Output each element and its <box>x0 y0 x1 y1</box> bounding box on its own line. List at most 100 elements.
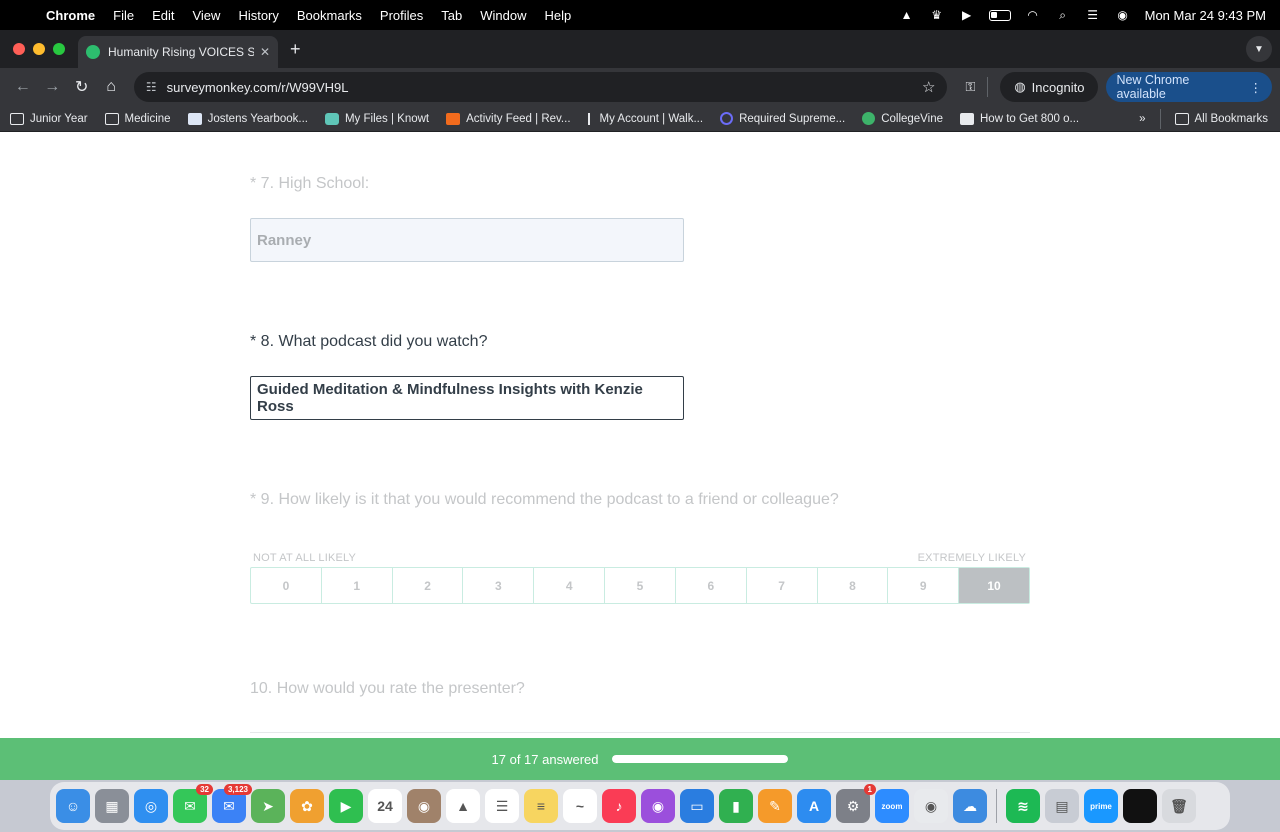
nps-option-9[interactable]: 9 <box>888 568 960 603</box>
bookmark-junior-year[interactable]: Junior Year <box>10 112 88 125</box>
bookmark-required-supreme[interactable]: Required Supreme... <box>720 112 845 125</box>
surveymonkey-favicon-icon <box>86 45 100 59</box>
facetime-icon[interactable]: ▶ <box>329 789 363 823</box>
battery-icon[interactable] <box>988 9 1011 21</box>
password-key-icon[interactable]: ⚿ <box>965 79 975 95</box>
nps-option-1[interactable]: 1 <box>322 568 393 603</box>
menu-tab[interactable]: Tab <box>432 8 471 23</box>
bookmark-knowt[interactable]: My Files | Knowt <box>324 112 429 125</box>
all-bookmarks-button[interactable]: All Bookmarks <box>1174 112 1269 125</box>
bookmark-label: Junior Year <box>30 112 88 125</box>
wifi-icon[interactable]: ◠ <box>1025 8 1041 22</box>
photos-icon[interactable]: ✿ <box>290 789 324 823</box>
nps-option-2[interactable]: 2 <box>393 568 464 603</box>
bookmark-my-account[interactable]: My Account | Walk... <box>587 112 703 125</box>
bookmark-how-to-get-800[interactable]: How to Get 800 o... <box>960 112 1079 125</box>
nps-option-7[interactable]: 7 <box>747 568 818 603</box>
close-tab-icon[interactable]: ✕ <box>260 45 270 59</box>
url-text[interactable]: surveymonkey.com/r/W99VH9L <box>167 80 922 95</box>
spotlight-search-icon[interactable]: ⌕ <box>1055 8 1071 22</box>
trash-icon[interactable]: 🗑 <box>1162 789 1196 823</box>
browser-tab-strip: Humanity Rising VOICES Surv ✕ + ▼ <box>0 30 1280 68</box>
home-icon[interactable]: ⌂ <box>96 78 125 96</box>
menu-window[interactable]: Window <box>471 8 535 23</box>
menu-bookmarks[interactable]: Bookmarks <box>288 8 371 23</box>
drive-icon[interactable]: ▲ <box>446 789 480 823</box>
zoom-icon[interactable]: zoom <box>875 789 909 823</box>
menubar-clock[interactable]: Mon Mar 24 9:43 PM <box>1145 8 1266 23</box>
update-chrome-button[interactable]: New Chrome available ⋮ <box>1106 72 1273 102</box>
incognito-indicator[interactable]: ◍ Incognito <box>1000 72 1099 102</box>
podcast-input[interactable]: Guided Meditation & Mindfulness Insights… <box>250 376 684 420</box>
bookmark-collegevine[interactable]: CollegeVine <box>862 112 943 125</box>
menu-history[interactable]: History <box>229 8 287 23</box>
safari-icon[interactable]: ◎ <box>134 789 168 823</box>
address-bar[interactable]: ☷ surveymonkey.com/r/W99VH9L ☆ <box>133 72 948 102</box>
tab-title: Humanity Rising VOICES Surv <box>108 45 254 59</box>
bookmark-medicine[interactable]: Medicine <box>104 112 171 125</box>
nps-option-4[interactable]: 4 <box>534 568 606 603</box>
nps-option-3[interactable]: 3 <box>463 568 535 603</box>
contacts-icon[interactable]: ◉ <box>407 789 441 823</box>
menu-view[interactable]: View <box>183 8 229 23</box>
nps-option-5[interactable]: 5 <box>605 568 676 603</box>
tab-search-chevron-icon[interactable]: ▼ <box>1246 36 1272 62</box>
close-window-button[interactable] <box>13 43 25 55</box>
toolbar-divider <box>987 77 989 97</box>
finder-icon[interactable]: ☺ <box>56 789 90 823</box>
keynote-icon[interactable]: ▭ <box>680 789 714 823</box>
site-info-icon[interactable]: ☷ <box>146 80 157 94</box>
quizlet-favicon-icon <box>720 112 734 125</box>
forward-arrow-icon[interactable]: → <box>37 78 66 96</box>
chrome-icon[interactable]: ◉ <box>914 789 948 823</box>
nps-option-10[interactable]: 10 <box>959 568 1029 603</box>
menu-file[interactable]: File <box>104 8 143 23</box>
preview-icon[interactable]: ▤ <box>1045 789 1079 823</box>
mail-icon[interactable]: ✉ 3,123 <box>212 784 252 823</box>
menu-profiles[interactable]: Profiles <box>371 8 432 23</box>
more-bookmarks-chevron-icon[interactable]: » <box>1139 113 1145 125</box>
calendar-icon[interactable]: 24 <box>368 789 402 823</box>
maps-icon[interactable]: ➤ <box>251 789 285 823</box>
weather-icon[interactable]: ☁ <box>953 789 987 823</box>
minimize-window-button[interactable] <box>33 43 45 55</box>
messages-icon[interactable]: ✉ 32 <box>173 784 213 823</box>
bookmark-star-icon[interactable]: ☆ <box>922 78 935 96</box>
primevideo-icon[interactable]: prime <box>1084 789 1118 823</box>
podcasts-icon[interactable]: ◉ <box>641 789 675 823</box>
freeform-icon[interactable]: ~ <box>563 789 597 823</box>
menu-chrome[interactable]: Chrome <box>46 8 104 23</box>
app-status-icon[interactable]: ♛ <box>929 8 945 22</box>
reload-icon[interactable]: ↻ <box>67 77 96 97</box>
kebab-menu-icon[interactable]: ⋮ <box>1250 80 1263 95</box>
bookmark-activity-feed[interactable]: Activity Feed | Rev... <box>446 112 571 125</box>
zoom-window-button[interactable] <box>53 43 65 55</box>
spotify-icon[interactable]: ≋ <box>1006 789 1040 823</box>
settings-icon[interactable]: ⚙ 1 <box>836 784 876 823</box>
all-bookmarks-label: All Bookmarks <box>1194 112 1269 125</box>
nps-option-6[interactable]: 6 <box>676 568 747 603</box>
screenshot-window-icon[interactable] <box>1123 789 1157 823</box>
siri-icon[interactable]: ◉ <box>1115 8 1131 22</box>
bookmark-jostens[interactable]: Jostens Yearbook... <box>187 112 308 125</box>
play-status-icon[interactable]: ▶ <box>959 8 975 22</box>
high-school-input[interactable]: Ranney <box>250 218 684 262</box>
pages-icon[interactable]: ✎ <box>758 789 792 823</box>
menu-help[interactable]: Help <box>536 8 581 23</box>
reminders-icon[interactable]: ☰ <box>485 789 519 823</box>
numbers-icon[interactable]: ▮ <box>719 789 753 823</box>
notes-icon[interactable]: ≡ <box>524 789 558 823</box>
music-icon[interactable]: ♪ <box>602 789 636 823</box>
back-arrow-icon[interactable]: ← <box>8 78 37 96</box>
tab-survey[interactable]: Humanity Rising VOICES Surv ✕ <box>78 36 278 68</box>
launchpad-icon[interactable]: ▦ <box>95 789 129 823</box>
control-center-icon[interactable]: ☰ <box>1085 8 1101 22</box>
browser-toolbar: ← → ↻ ⌂ ☷ surveymonkey.com/r/W99VH9L ☆ ⚿… <box>0 68 1280 106</box>
nps-option-0[interactable]: 0 <box>251 568 322 603</box>
nps-option-8[interactable]: 8 <box>818 568 889 603</box>
notification-badge: 3,123 <box>223 784 252 795</box>
drive-status-icon[interactable]: ▲ <box>899 8 915 22</box>
new-tab-button[interactable]: + <box>290 39 301 60</box>
menu-edit[interactable]: Edit <box>143 8 183 23</box>
appstore-icon[interactable]: A <box>797 789 831 823</box>
